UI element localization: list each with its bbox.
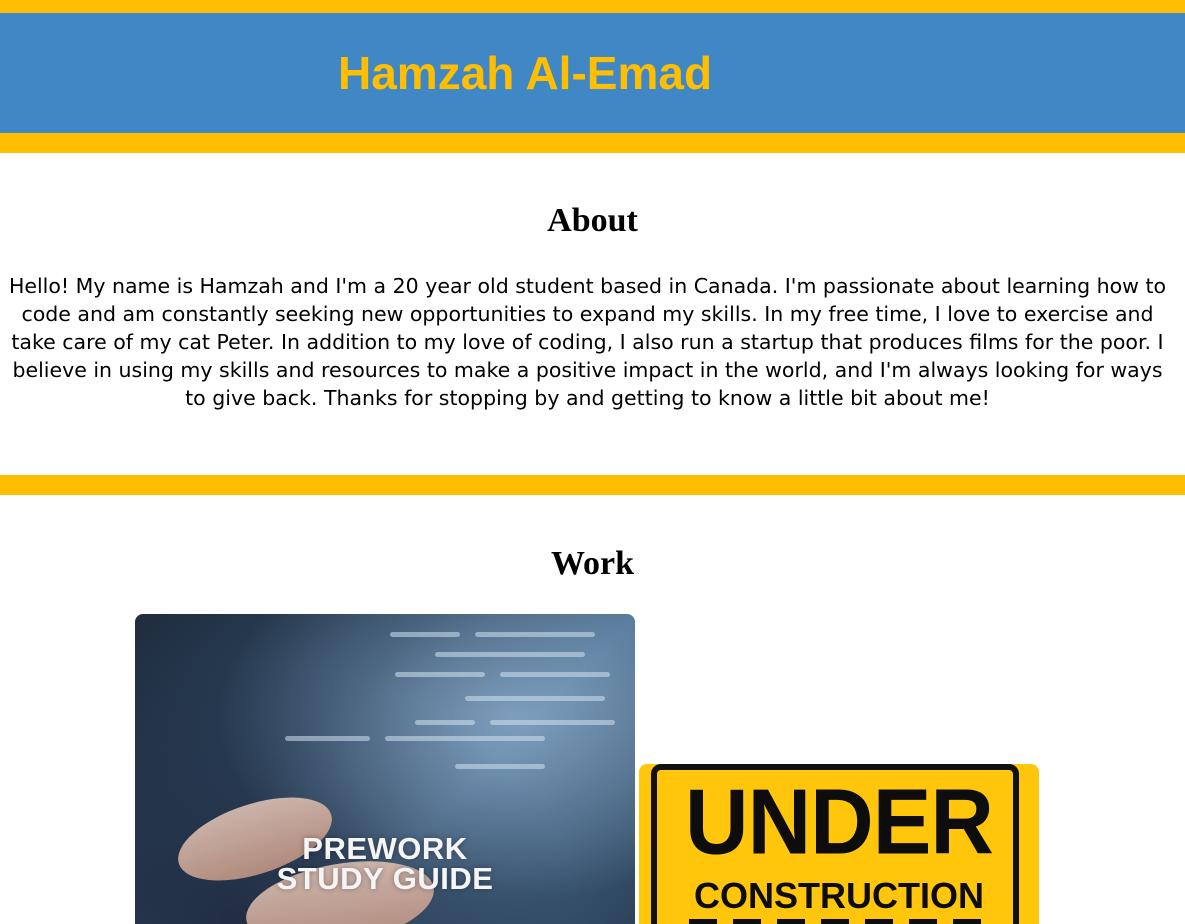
prework-study-guide-label: PREWORK STUDY GUIDE [135, 833, 635, 896]
construction-label-line1: UNDER [685, 769, 994, 874]
code-line-decoration [435, 652, 585, 657]
top-accent-stripe [0, 0, 1185, 13]
code-line-decoration [395, 672, 485, 677]
hazard-stripe-decoration [689, 919, 989, 924]
code-line-decoration [455, 764, 545, 769]
site-title: Hamzah Al-Emad [338, 47, 713, 99]
about-paragraph: Hello! My name is Hamzah and I'm a 20 ye… [8, 274, 1167, 410]
prework-label-line2: STUDY GUIDE [276, 861, 494, 896]
code-line-decoration [390, 632, 460, 637]
site-header: Hamzah Al-Emad [0, 13, 1185, 133]
construction-label-line2: CONSTRUCTION [694, 875, 984, 916]
code-line-decoration [465, 696, 605, 701]
project-card-under-construction[interactable]: UNDER CONSTRUCTION [639, 764, 1039, 924]
code-line-decoration [285, 736, 370, 741]
header-accent-stripe [0, 133, 1185, 153]
about-heading: About [547, 202, 638, 239]
work-heading: Work [550, 545, 635, 582]
code-line-decoration [415, 720, 475, 725]
code-line-decoration [475, 632, 595, 637]
code-line-decoration [385, 736, 545, 741]
code-line-decoration [500, 672, 610, 677]
project-card-prework-study-guide[interactable]: PREWORK STUDY GUIDE [135, 614, 635, 924]
section-divider-stripe [0, 475, 1185, 495]
code-line-decoration [490, 720, 615, 725]
